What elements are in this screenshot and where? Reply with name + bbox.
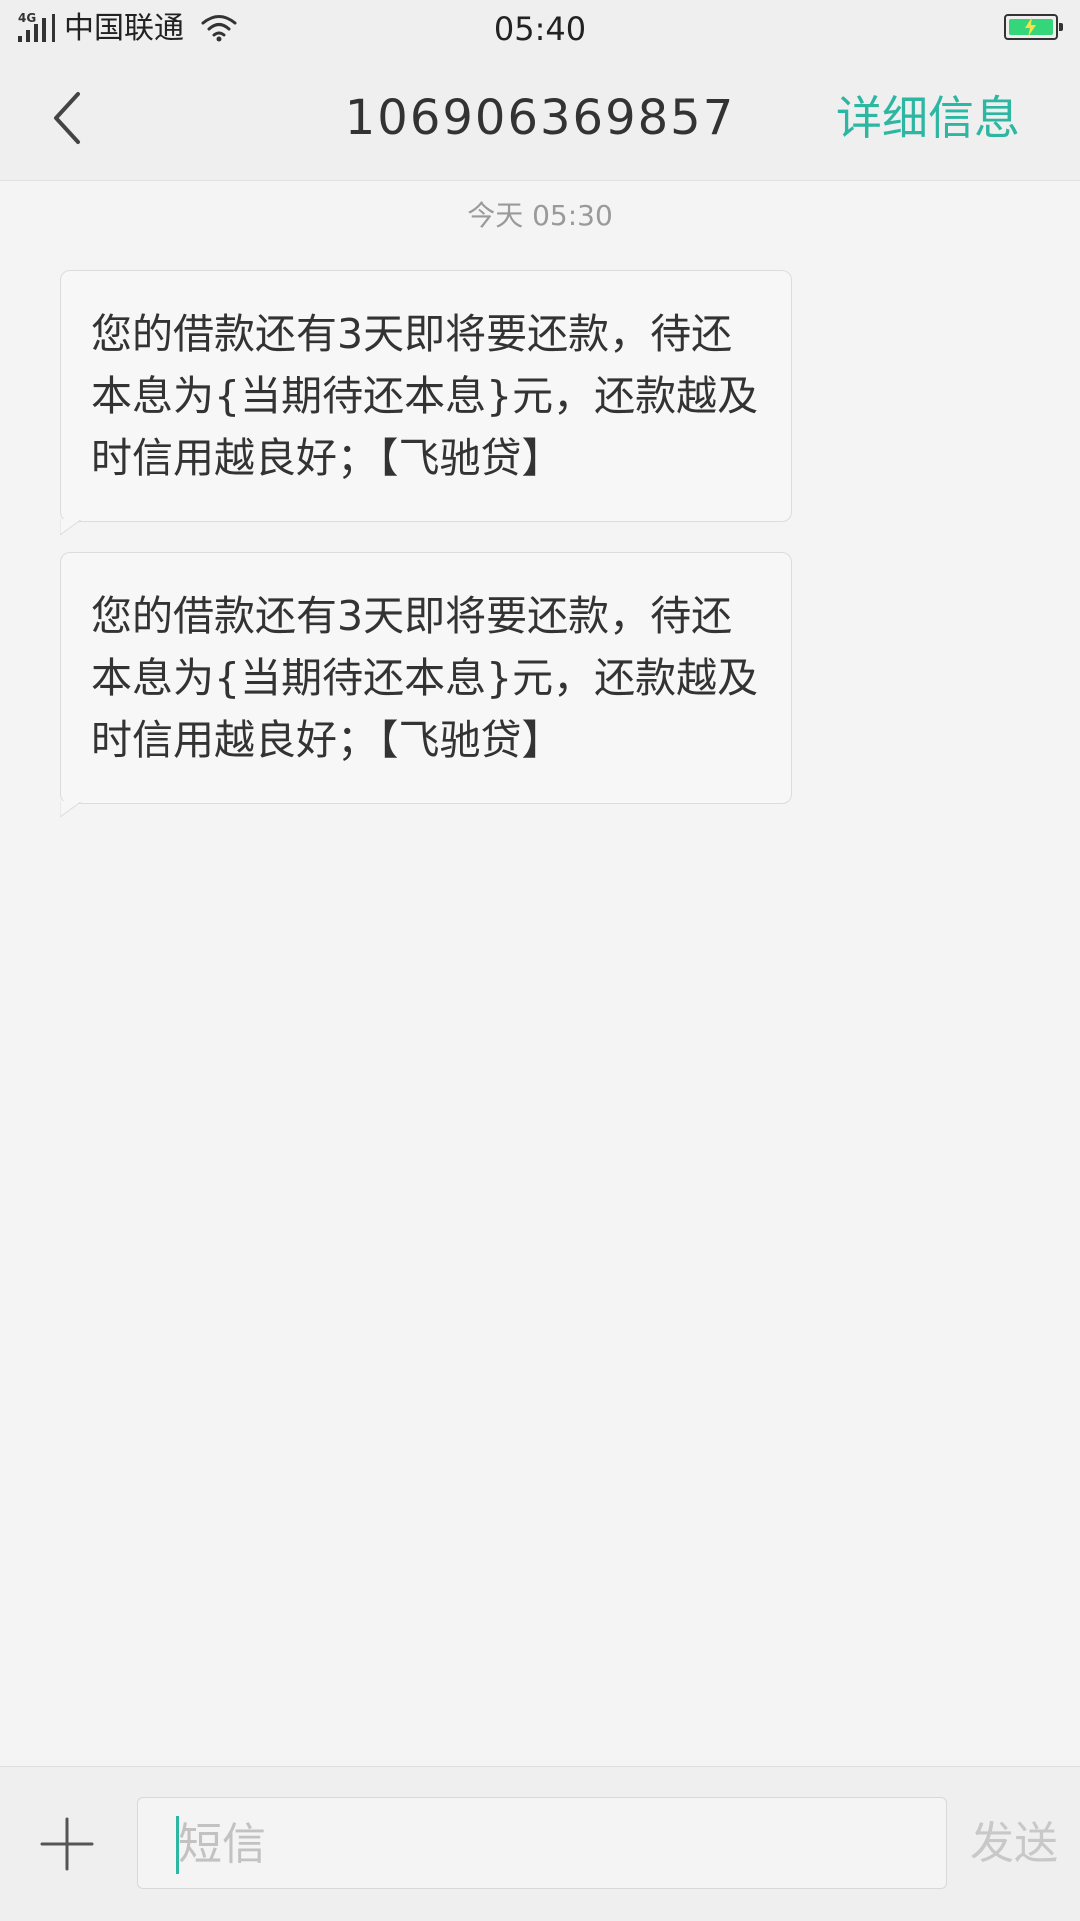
message-input-placeholder: 短信 — [178, 1819, 266, 1870]
message-bubble[interactable]: 您的借款还有3天即将要还款，待还本息为{当期待还本息}元，还款越及时信用越良好；… — [60, 552, 792, 817]
message-text: 您的借款还有3天即将要还款，待还本息为{当期待还本息}元，还款越及时信用越良好；… — [91, 310, 759, 482]
message-bubble[interactable]: 您的借款还有3天即将要还款，待还本息为{当期待还本息}元，还款越及时信用越良好；… — [60, 270, 792, 535]
bubble-tail — [60, 519, 83, 535]
conversation-header: 106906369857 详细信息 — [0, 58, 1080, 181]
message-input[interactable]: 短信 — [137, 1797, 947, 1889]
message-composer: 短信 发送 — [0, 1766, 1080, 1921]
status-bar: 4G 中国联通 05:40 — [0, 0, 1080, 58]
details-button[interactable]: 详细信息 — [836, 90, 1020, 146]
battery-charging-icon — [1004, 14, 1063, 40]
send-button[interactable]: 发送 — [970, 1815, 1058, 1873]
message-text: 您的借款还有3天即将要还款，待还本息为{当期待还本息}元，还款越及时信用越良好；… — [91, 592, 759, 764]
bubble-tail — [60, 801, 83, 817]
plus-icon[interactable] — [40, 1817, 94, 1871]
status-time: 05:40 — [493, 10, 587, 48]
message-timestamp: 今天 05:30 — [467, 199, 613, 232]
